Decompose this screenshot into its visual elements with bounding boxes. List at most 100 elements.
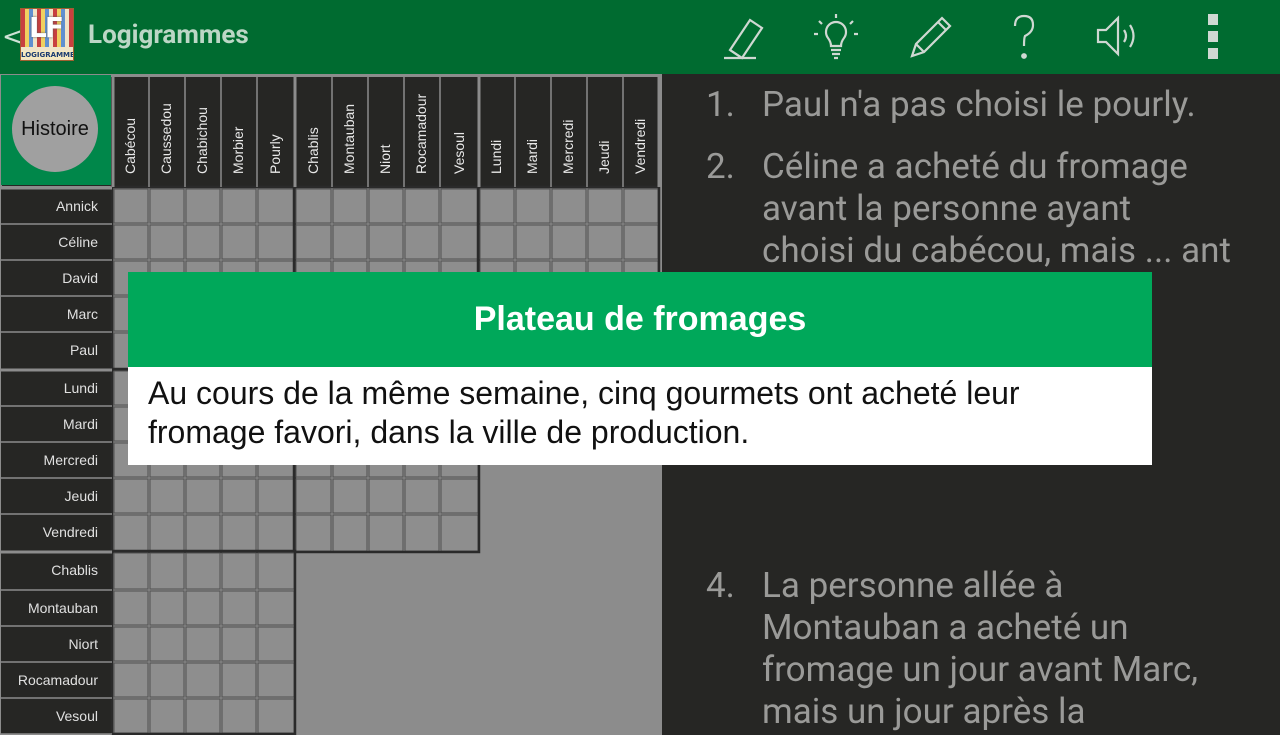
grid-cell — [440, 514, 479, 552]
grid-cell — [587, 224, 623, 260]
grid-cell — [149, 478, 185, 514]
grid-cell — [149, 224, 185, 260]
grid-cell — [257, 478, 295, 514]
grid-cell — [404, 224, 440, 260]
grid-cell — [479, 188, 515, 224]
column-label: Mercredi — [560, 119, 576, 174]
grid-cell — [185, 188, 221, 224]
more-vert-icon[interactable] — [1182, 8, 1238, 64]
clue-number: 4. — [706, 565, 735, 606]
grid-cell — [332, 188, 368, 224]
grid-cell — [257, 590, 295, 626]
app-bar: < LF LOGIGRAMMES Logigrammes — [0, 0, 1280, 74]
grid-cell — [113, 698, 149, 734]
grid-cell — [113, 552, 149, 590]
grid-cell — [332, 224, 368, 260]
grid-cell — [295, 188, 332, 224]
grid-cell — [185, 626, 221, 662]
column-label: Pourly — [267, 134, 283, 174]
pencil-icon[interactable] — [902, 8, 958, 64]
column-label: Montauban — [341, 103, 357, 174]
grid-cell — [332, 514, 368, 552]
grid-cell — [257, 698, 295, 734]
app-logo[interactable]: LF LOGIGRAMMES — [20, 8, 74, 61]
grid-cell — [185, 662, 221, 698]
clue-number: 1. — [706, 84, 735, 125]
row-label: Rocamadour — [17, 672, 98, 688]
row-label: Céline — [58, 234, 98, 250]
column-label: Vesoul — [450, 131, 467, 174]
row-label: Jeudi — [64, 488, 98, 504]
grid-cell — [515, 188, 551, 224]
grid-cell — [257, 224, 295, 260]
row-label: Lundi — [63, 380, 98, 396]
clue-text: Paul n'a pas choisi le pourly. — [762, 84, 1196, 125]
grid-cell — [257, 514, 295, 552]
grid-cell — [185, 514, 221, 552]
grid-cell — [185, 698, 221, 734]
grid-cell — [257, 662, 295, 698]
column-label: Chablis — [304, 127, 321, 174]
grid-cell — [404, 478, 440, 514]
grid-cell — [221, 552, 257, 590]
grid-cell — [295, 478, 332, 514]
row-label: Annick — [55, 198, 98, 214]
grid-cell — [149, 552, 185, 590]
dialog-body: Au cours de la même semaine, cinq gourme… — [128, 367, 1152, 465]
column-label: Niort — [377, 144, 393, 174]
grid-cell — [257, 626, 295, 662]
grid-cell — [185, 590, 221, 626]
row-label: Montauban — [27, 600, 98, 616]
grid-cell — [221, 188, 257, 224]
grid-cell — [221, 590, 257, 626]
row-label: Mercredi — [43, 452, 98, 468]
grid-cell — [149, 662, 185, 698]
help-icon[interactable] — [996, 8, 1052, 64]
grid-cell — [221, 478, 257, 514]
grid-cell — [551, 224, 587, 260]
clue-text: Céline a acheté du fromage avant la pers… — [762, 146, 1231, 271]
lightbulb-icon[interactable] — [808, 8, 864, 64]
grid-cell — [623, 188, 659, 224]
column-label: Morbier — [230, 126, 246, 174]
grid-cell — [185, 224, 221, 260]
grid-cell — [221, 698, 257, 734]
grid-cell — [623, 224, 659, 260]
grid-cell — [515, 224, 551, 260]
sound-icon[interactable] — [1090, 8, 1146, 64]
row-label: Niort — [68, 636, 98, 652]
grid-cell — [221, 224, 257, 260]
clue-number: 2. — [706, 146, 735, 187]
grid-cell — [295, 514, 332, 552]
grid-cell — [368, 224, 404, 260]
column-label: Chabichou — [194, 107, 210, 174]
grid-cell — [113, 188, 149, 224]
grid-cell — [113, 626, 149, 662]
eraser-icon[interactable] — [714, 8, 770, 64]
grid-cell — [440, 478, 479, 514]
grid-cell — [479, 224, 515, 260]
row-label: Vesoul — [55, 708, 98, 724]
clue-text: La personne allée à Montauban a acheté u… — [762, 565, 1199, 732]
story-dialog[interactable]: Plateau de fromages Au cours de la même … — [128, 272, 1152, 465]
row-label: David — [62, 270, 98, 286]
grid-cell — [185, 552, 221, 590]
grid-cell — [149, 188, 185, 224]
app-title: Logigrammes — [88, 20, 249, 50]
row-label: Vendredi — [42, 524, 98, 540]
grid-cell — [404, 188, 440, 224]
grid-cell — [295, 224, 332, 260]
grid-cell — [149, 698, 185, 734]
row-label: Mardi — [62, 416, 98, 432]
grid-cell — [257, 552, 295, 590]
histoire-button[interactable]: Histoire — [12, 86, 98, 172]
grid-cell — [368, 514, 404, 552]
row-label: Marc — [66, 306, 98, 322]
row-label: Chablis — [51, 562, 98, 578]
grid-cell — [149, 514, 185, 552]
grid-cell — [440, 188, 479, 224]
grid-cell — [149, 590, 185, 626]
grid-cell — [551, 188, 587, 224]
column-label: Lundi — [488, 139, 504, 174]
grid-cell — [113, 662, 149, 698]
